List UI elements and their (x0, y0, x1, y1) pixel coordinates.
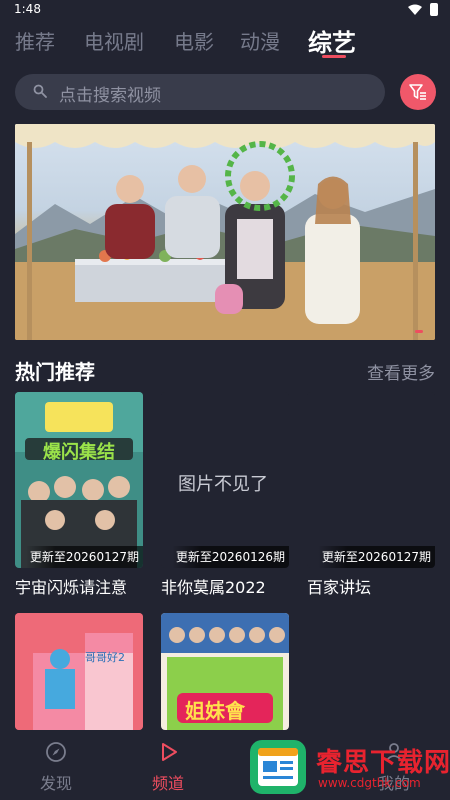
nav-label: 频道 (151, 774, 184, 793)
show-poster: 更新至20260127期 (307, 392, 435, 568)
tab-movies[interactable]: 电影 (174, 26, 214, 55)
show-poster: 爆闪集结 更新至20260127期 (15, 392, 143, 568)
banner-page-indicator (415, 330, 423, 333)
show-title: 宇宙闪烁请注意 (15, 578, 128, 597)
search-bar[interactable]: 点击搜索视频 (15, 74, 385, 110)
active-tab-indicator (322, 55, 346, 58)
poster-title-text: 哥哥好2 (85, 651, 125, 664)
episode-badge: 更新至20260127期 (25, 546, 143, 568)
filter-icon (409, 84, 426, 100)
show-poster: 哥哥好2 (15, 613, 143, 730)
poster-image (15, 613, 143, 730)
search-icon (33, 84, 47, 98)
poster-title-text: 爆闪集结 (43, 442, 115, 463)
show-card[interactable]: 更新至20260127期 百家讲坛 (307, 392, 435, 598)
hero-banner[interactable] (15, 124, 435, 340)
nav-label: 发现 (39, 774, 72, 793)
category-tabs: 推荐 电视剧 电影 动漫 综艺 (0, 22, 450, 62)
nav-discover[interactable]: 发现 (16, 730, 96, 800)
show-card[interactable]: 哥哥好2 (15, 613, 143, 730)
site-watermark: 睿思下载网 www.cdgthk.com (248, 738, 450, 796)
wifi-icon (408, 4, 422, 15)
see-more-link[interactable]: 查看更多 (367, 359, 435, 384)
poster-title-text: 姐妹會 (185, 699, 245, 723)
show-card[interactable]: 姐妹會 (161, 613, 289, 730)
image-missing-text: 图片不见了 (178, 474, 268, 495)
compass-icon (46, 742, 66, 762)
episode-badge: 更新至20260127期 (317, 546, 435, 568)
search-placeholder: 点击搜索视频 (59, 86, 161, 106)
watermark-name: 睿思下载网 (316, 748, 450, 778)
status-icons (408, 3, 438, 16)
watermark-url: www.cdgthk.com (318, 776, 421, 790)
filter-button[interactable] (400, 74, 436, 110)
banner-image (15, 124, 435, 340)
tab-recommend[interactable]: 推荐 (15, 26, 55, 55)
play-icon (162, 743, 177, 761)
status-time: 1:48 (14, 2, 41, 16)
show-title: 非你莫属2022 (161, 578, 266, 597)
show-poster: 姐妹會 (161, 613, 289, 730)
tab-anime[interactable]: 动漫 (240, 26, 280, 55)
watermark-logo (250, 740, 306, 794)
battery-icon (430, 3, 438, 16)
nav-channel[interactable]: 频道 (128, 730, 208, 800)
tab-variety[interactable]: 综艺 (308, 23, 356, 58)
poster-image (15, 392, 143, 568)
show-card[interactable]: 爆闪集结 更新至20260127期 宇宙闪烁请注意 (15, 392, 143, 598)
tab-tv-series[interactable]: 电视剧 (84, 26, 144, 55)
episode-badge: 更新至20260126期 (171, 546, 289, 568)
status-bar: 1:48 (0, 0, 450, 20)
show-title: 百家讲坛 (307, 578, 372, 597)
section-title: 热门推荐 (15, 360, 95, 384)
